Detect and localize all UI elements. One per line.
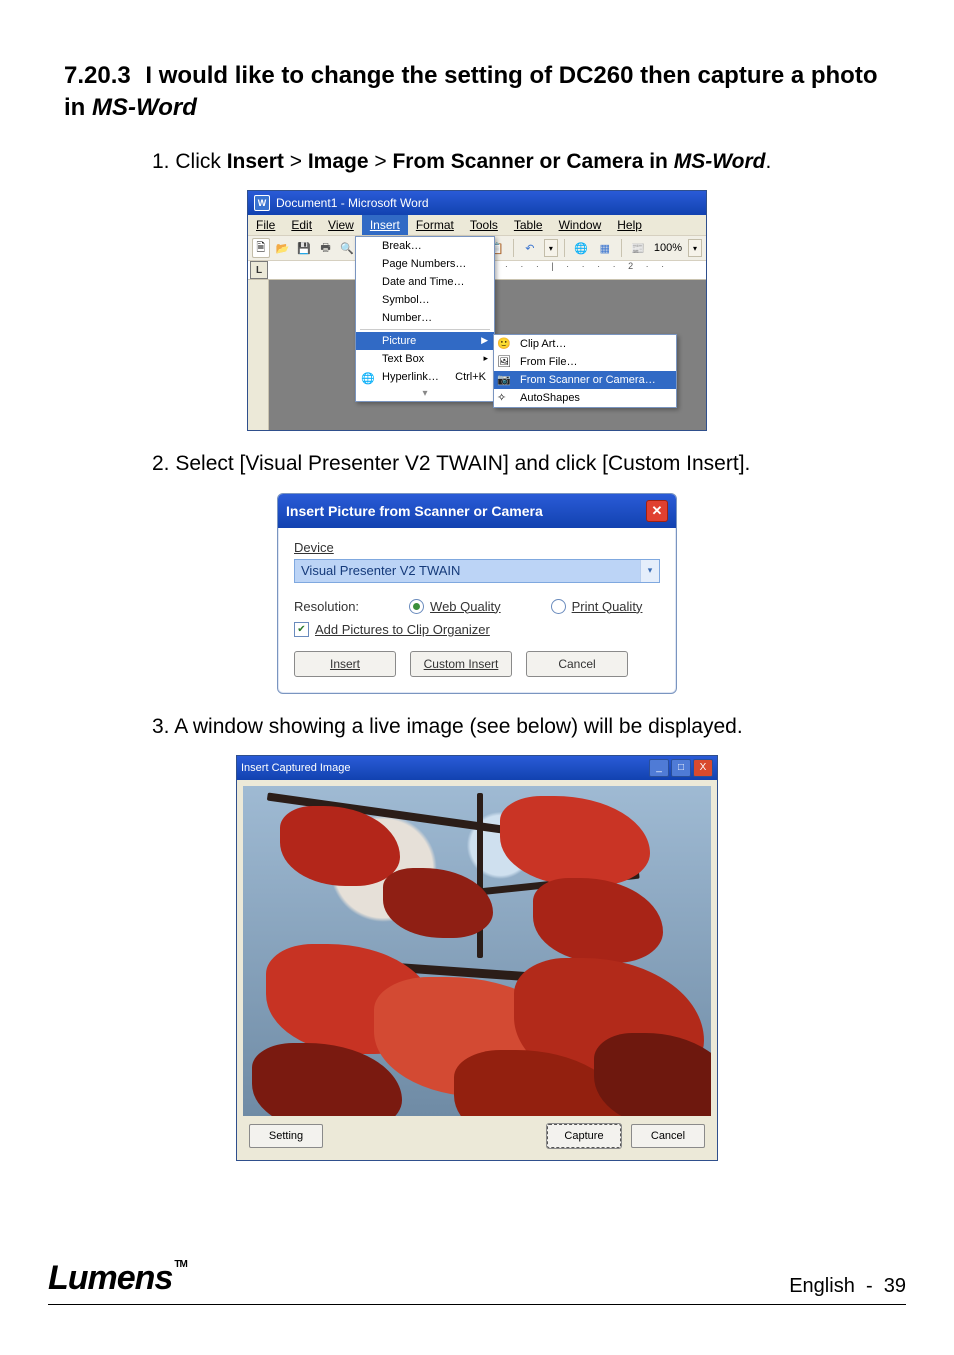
word-title-text: Document1 - Microsoft Word — [276, 196, 429, 210]
radio-print-quality[interactable]: Print Quality — [551, 599, 643, 614]
menu-item-symbol[interactable]: Symbol… — [356, 291, 494, 309]
step-3: 3. A window showing a live image (see be… — [152, 712, 890, 741]
insert-dropdown-menu: Break… Page Numbers… Date and Time… Symb… — [355, 236, 495, 402]
menu-tools[interactable]: Tools — [462, 215, 506, 235]
read-icon[interactable]: 📰 — [628, 238, 648, 258]
live-image-preview — [243, 786, 711, 1116]
menu-view[interactable]: View — [320, 215, 362, 235]
figure-capture-window: Insert Captured Image _ □ X — [236, 755, 718, 1161]
menu-item-picture[interactable]: Picture▶ — [356, 332, 494, 350]
submenu-clip-art[interactable]: 🙂Clip Art… — [494, 335, 676, 353]
vertical-ruler — [248, 280, 269, 430]
radio-icon — [409, 599, 424, 614]
dialog-title-text: Insert Picture from Scanner or Camera — [286, 503, 543, 519]
menu-item-break[interactable]: Break… — [356, 237, 494, 255]
preview-icon[interactable]: 🔍 — [338, 238, 356, 258]
scanner-icon: 📷 — [497, 373, 513, 389]
page-footer: LumensTM English - 39 — [48, 1259, 906, 1305]
fromfile-icon: 🖼 — [497, 355, 513, 371]
checkbox-add-clip[interactable]: ✔ Add Pictures to Clip Organizer — [294, 622, 660, 637]
device-label: Device — [294, 540, 660, 555]
menu-item-date-time[interactable]: Date and Time… — [356, 273, 494, 291]
figure-insert-dialog: Insert Picture from Scanner or Camera ✕ … — [277, 493, 677, 694]
print-icon[interactable]: 🖶 — [317, 238, 335, 258]
submenu-from-file[interactable]: 🖼From File… — [494, 353, 676, 371]
save-icon[interactable]: 💾 — [295, 238, 313, 258]
menu-format[interactable]: Format — [408, 215, 462, 235]
resolution-label: Resolution: — [294, 599, 359, 614]
step-2: 2. Select [Visual Presenter V2 TWAIN] an… — [152, 449, 890, 478]
menu-file[interactable]: File — [248, 215, 283, 235]
autoshapes-icon: ✧ — [497, 391, 513, 407]
capture-minimize-button[interactable]: _ — [649, 759, 669, 777]
device-value: Visual Presenter V2 TWAIN — [295, 560, 640, 582]
capture-titlebar: Insert Captured Image _ □ X — [237, 756, 717, 780]
radio-web-quality[interactable]: Web Quality — [409, 599, 501, 614]
menu-insert[interactable]: Insert — [362, 215, 408, 235]
device-dropdown-icon[interactable]: ▾ — [640, 560, 659, 582]
menu-item-page-numbers[interactable]: Page Numbers… — [356, 255, 494, 273]
clipart-icon: 🙂 — [497, 337, 513, 353]
word-titlebar: W Document1 - Microsoft Word — [248, 191, 706, 215]
radio-icon — [551, 599, 566, 614]
menu-table[interactable]: Table — [506, 215, 551, 235]
undo-dropdown[interactable]: ▾ — [544, 239, 558, 257]
figure-word-window: W Document1 - Microsoft Word File Edit V… — [247, 190, 707, 431]
menu-window[interactable]: Window — [551, 215, 610, 235]
brand-logo: LumensTM — [48, 1259, 187, 1298]
zoom-dropdown[interactable]: ▾ — [688, 239, 702, 257]
hyperlink-small-icon: 🌐 — [360, 370, 376, 386]
insert-button[interactable]: Insert — [294, 651, 396, 677]
heading-number: 7.20.3 — [64, 60, 131, 92]
setting-button[interactable]: Setting — [249, 1124, 323, 1148]
dialog-titlebar: Insert Picture from Scanner or Camera ✕ — [278, 494, 676, 528]
capture-cancel-button[interactable]: Cancel — [631, 1124, 705, 1148]
capture-maximize-button[interactable]: □ — [671, 759, 691, 777]
page-number: English - 39 — [789, 1275, 906, 1298]
zoom-value: 100% — [654, 242, 682, 254]
menu-item-textbox[interactable]: Text Box▸ — [356, 350, 494, 368]
word-app-icon: W — [254, 195, 270, 211]
new-doc-icon[interactable]: 🗎 — [252, 238, 270, 258]
dialog-close-button[interactable]: ✕ — [646, 500, 668, 522]
menu-edit[interactable]: Edit — [283, 215, 320, 235]
device-select[interactable]: Visual Presenter V2 TWAIN ▾ — [294, 559, 660, 583]
capture-title-text: Insert Captured Image — [241, 762, 350, 774]
tab-indicator[interactable]: L — [250, 261, 268, 279]
undo-icon[interactable]: ↶ — [520, 238, 540, 258]
submenu-autoshapes[interactable]: ✧AutoShapes — [494, 389, 676, 407]
checkbox-icon: ✔ — [294, 622, 309, 637]
hyperlink-icon[interactable]: 🌐 — [571, 238, 591, 258]
custom-insert-button[interactable]: Custom Insert — [410, 651, 512, 677]
open-icon[interactable]: 📂 — [274, 238, 292, 258]
submenu-from-scanner[interactable]: 📷From Scanner or Camera… — [494, 371, 676, 389]
capture-button[interactable]: Capture — [547, 1124, 621, 1148]
word-toolbar-left: 🗎 📂 💾 🖶 🔍 — [248, 236, 360, 261]
section-heading: 7.20.3 I would like to change the settin… — [64, 60, 890, 125]
word-menu-bar: File Edit View Insert Format Tools Table… — [248, 215, 706, 236]
menu-item-number[interactable]: Number… — [356, 309, 494, 327]
picture-submenu: 🙂Clip Art… 🖼From File… 📷From Scanner or … — [493, 334, 677, 408]
menu-help[interactable]: Help — [609, 215, 650, 235]
heading-em: MS-Word — [92, 94, 197, 121]
cancel-button[interactable]: Cancel — [526, 651, 628, 677]
step-1: 1. Click Insert > Image > From Scanner o… — [152, 147, 890, 176]
capture-close-button[interactable]: X — [693, 759, 713, 777]
table-icon[interactable]: ▦ — [595, 238, 615, 258]
menu-item-hyperlink[interactable]: 🌐Hyperlink…Ctrl+K — [356, 368, 494, 386]
ruler-left: L — [248, 261, 360, 280]
menu-expand[interactable]: ▾ — [356, 386, 494, 401]
